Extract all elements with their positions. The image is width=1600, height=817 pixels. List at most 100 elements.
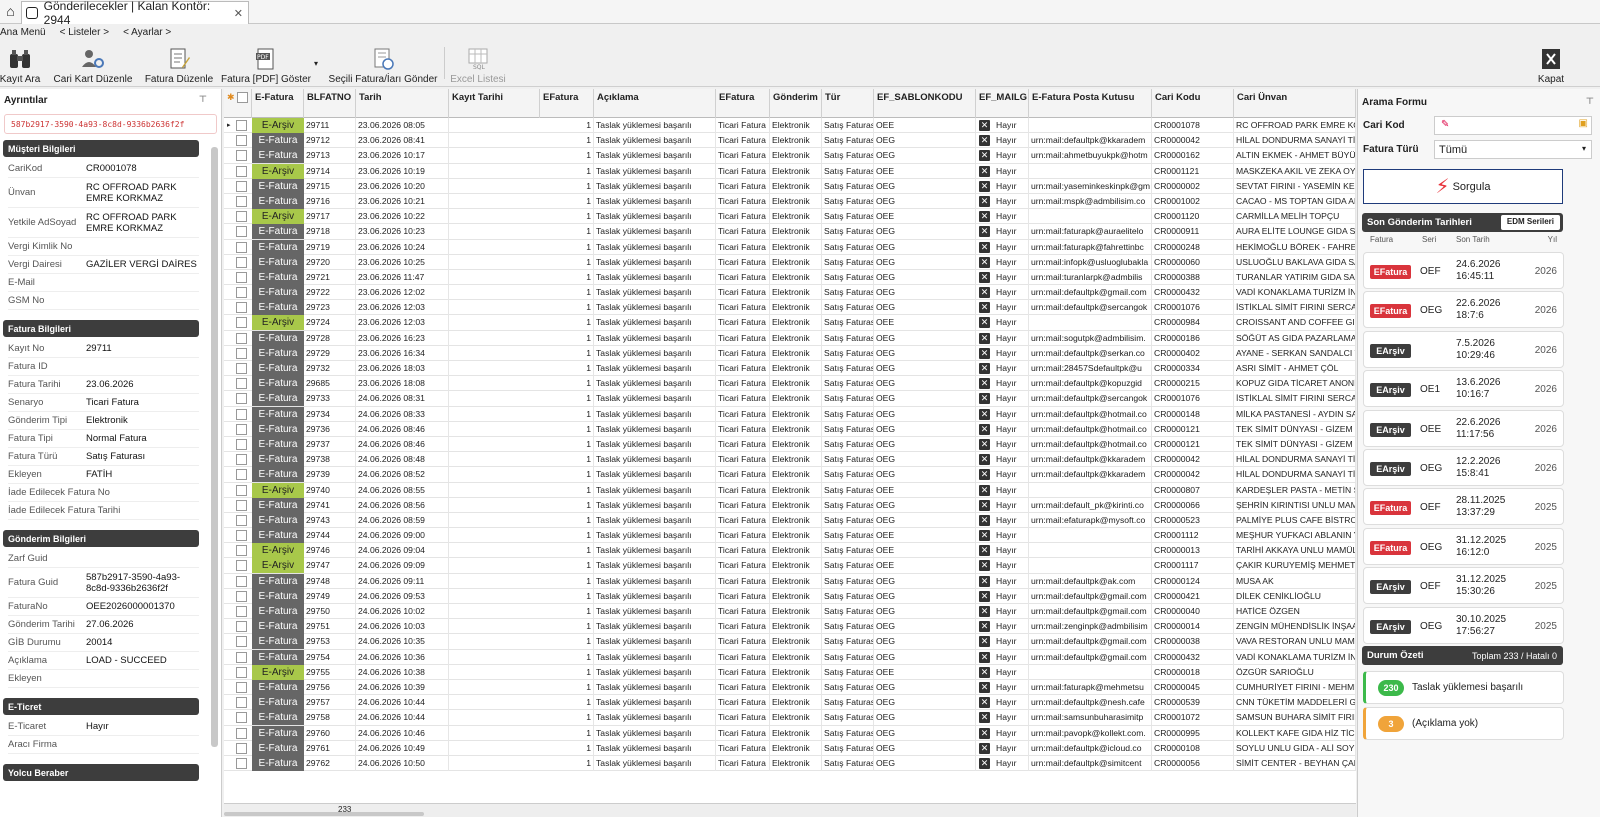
row-checkbox[interactable] bbox=[236, 697, 247, 709]
table-row[interactable]: E-Fatura 29751 24.06.2026 10:03 1 Taslak yük… bbox=[224, 619, 1356, 635]
column-header[interactable]: EF_SABLONKODU bbox=[874, 89, 976, 118]
row-checkbox[interactable] bbox=[236, 606, 247, 617]
secili-fatura-gonder-button[interactable]: Seçili Fatura/İarı Gönder bbox=[329, 43, 437, 85]
row-checkbox[interactable] bbox=[236, 438, 247, 450]
row-checkbox[interactable] bbox=[236, 636, 247, 648]
table-row[interactable]: E-Fatura 29719 23.06.2026 10:24 1 Taslak yük… bbox=[224, 239, 1356, 255]
row-checkbox[interactable] bbox=[236, 302, 247, 314]
row-checkbox[interactable] bbox=[236, 271, 247, 283]
table-row[interactable]: E-Fatura 29754 24.06.2026 10:36 1 Taslak yük… bbox=[224, 649, 1356, 665]
column-header[interactable]: BLFATNO bbox=[304, 89, 356, 118]
table-row[interactable]: E-Fatura 29713 23.06.2026 10:17 1 Taslak yük… bbox=[224, 148, 1356, 164]
row-checkbox[interactable] bbox=[236, 681, 247, 693]
home-icon[interactable]: ⌂ bbox=[2, 3, 19, 20]
table-row[interactable]: E-Fatura 29715 23.06.2026 10:20 1 Taslak yük… bbox=[224, 178, 1356, 194]
row-checkbox[interactable] bbox=[236, 454, 247, 466]
table-row[interactable]: E-Fatura 29733 24.06.2026 08:31 1 Taslak yük… bbox=[224, 391, 1356, 407]
row-checkbox[interactable] bbox=[236, 393, 247, 405]
table-row[interactable]: E-Fatura 29741 24.06.2026 08:56 1 Taslak yük… bbox=[224, 497, 1356, 513]
row-checkbox[interactable] bbox=[236, 575, 247, 587]
table-row[interactable]: E-Fatura 29749 24.06.2026 09:53 1 Taslak yük… bbox=[224, 588, 1356, 604]
row-checkbox[interactable] bbox=[236, 560, 247, 572]
row-checkbox[interactable] bbox=[236, 363, 247, 374]
table-row[interactable]: E-Fatura 29748 24.06.2026 09:11 1 Taslak yük… bbox=[224, 573, 1356, 589]
row-checkbox[interactable] bbox=[236, 484, 247, 496]
row-checkbox[interactable] bbox=[236, 469, 247, 481]
cari-kart-duzenle-button[interactable]: Cari Kart Düzenle bbox=[54, 43, 132, 85]
table-row[interactable]: E-Fatura 29756 24.06.2026 10:39 1 Taslak yük… bbox=[224, 679, 1356, 696]
table-row[interactable]: E-Fatura 29762 24.06.2026 10:50 1 Taslak yük… bbox=[224, 755, 1356, 772]
column-header[interactable]: E-Fatura Posta Kutusu bbox=[1029, 89, 1152, 118]
row-checkbox[interactable] bbox=[236, 545, 247, 557]
table-row[interactable]: E-Fatura 29721 23.06.2026 11:47 1 Taslak yük… bbox=[224, 269, 1356, 286]
row-checkbox[interactable] bbox=[236, 165, 247, 177]
table-row[interactable]: E-Fatura 29722 23.06.2026 12:02 1 Taslak yük… bbox=[224, 285, 1356, 301]
row-checkbox[interactable] bbox=[236, 423, 247, 435]
row-checkbox[interactable] bbox=[236, 408, 247, 420]
table-row[interactable]: E-Fatura 29723 23.06.2026 12:03 1 Taslak yük… bbox=[224, 300, 1356, 316]
column-header[interactable]: EFatura bbox=[540, 89, 594, 118]
row-checkbox[interactable] bbox=[236, 120, 247, 131]
sorgula-button[interactable]: ⚡ Sorgula bbox=[1363, 169, 1563, 204]
menu-ayarlar[interactable]: < Ayarlar > bbox=[123, 27, 171, 38]
column-header[interactable]: Gönderim bbox=[770, 89, 822, 118]
row-checkbox[interactable] bbox=[236, 651, 247, 663]
select-all-cell[interactable]: ✱ bbox=[224, 89, 252, 118]
column-header[interactable]: Kayıt Tarihi bbox=[449, 89, 540, 118]
dropdown-arrow-icon[interactable]: ▾ bbox=[314, 59, 318, 68]
row-checkbox[interactable] bbox=[236, 378, 247, 390]
column-header[interactable]: Tür bbox=[822, 89, 874, 118]
row-checkbox[interactable] bbox=[236, 530, 247, 542]
table-row[interactable]: E-Fatura 29738 24.06.2026 08:48 1 Taslak yük… bbox=[224, 452, 1356, 468]
fatura-turu-select[interactable]: Tümü ▾ bbox=[1434, 140, 1592, 159]
row-checkbox[interactable] bbox=[236, 241, 247, 253]
edm-serileri-button[interactable]: EDM Serileri bbox=[1500, 215, 1560, 230]
table-row[interactable]: E-Fatura 29761 24.06.2026 10:49 1 Taslak yük… bbox=[224, 740, 1356, 756]
row-checkbox[interactable] bbox=[236, 150, 247, 162]
eraser-icon[interactable]: ✎ bbox=[1441, 119, 1449, 130]
cari-kod-input[interactable]: ✎ ▣ bbox=[1434, 116, 1592, 135]
row-checkbox[interactable] bbox=[236, 757, 247, 769]
table-row[interactable]: E-Fatura 29685 23.06.2026 18:08 1 Taslak yük… bbox=[224, 376, 1356, 392]
row-checkbox[interactable] bbox=[236, 180, 247, 192]
column-header[interactable]: EFatura bbox=[716, 89, 770, 118]
row-checkbox[interactable] bbox=[236, 742, 247, 754]
table-row[interactable]: E-Arşiv 29747 24.06.2026 09:09 1 Taslak yükl… bbox=[224, 558, 1356, 574]
table-row[interactable]: E-Arşiv 29746 24.06.2026 09:04 1 Taslak yükl… bbox=[224, 543, 1356, 559]
kapat-button[interactable]: Kapat bbox=[1534, 43, 1568, 85]
tab-gonderilecekler[interactable]: Gönderilecekler | Kalan Kontör: 2944 ✕ bbox=[21, 0, 249, 27]
table-row[interactable]: E-Arşiv 29714 23.06.2026 10:19 1 Taslak yükl… bbox=[224, 163, 1356, 179]
row-checkbox[interactable] bbox=[236, 317, 247, 329]
row-checkbox[interactable] bbox=[236, 332, 247, 344]
row-checkbox[interactable] bbox=[236, 590, 247, 602]
pdf-goster-button[interactable]: PDF Fatura [PDF] Göster bbox=[221, 43, 311, 85]
summary-item[interactable]: 3 (Açıklama yok) bbox=[1363, 707, 1564, 740]
row-checkbox[interactable] bbox=[236, 666, 247, 678]
row-checkbox[interactable] bbox=[236, 621, 247, 633]
row-checkbox[interactable] bbox=[236, 347, 247, 359]
table-row[interactable]: E-Fatura 29718 23.06.2026 10:23 1 Taslak yük… bbox=[224, 224, 1356, 240]
fatura-duzenle-button[interactable]: Fatura Düzenle bbox=[144, 43, 214, 85]
column-header[interactable]: E-Fatura bbox=[252, 89, 304, 118]
table-row[interactable]: E-Fatura 29729 23.06.2026 16:34 1 Taslak yük… bbox=[224, 345, 1356, 361]
column-header[interactable]: Cari Kodu bbox=[1152, 89, 1234, 118]
table-row[interactable]: E-Fatura 29728 23.06.2026 16:23 1 Taslak yük… bbox=[224, 330, 1356, 346]
table-row[interactable]: E-Fatura 29716 23.06.2026 10:21 1 Taslak yük… bbox=[224, 193, 1356, 210]
table-row[interactable]: E-Fatura 29732 23.06.2026 18:03 1 Taslak yük… bbox=[224, 361, 1356, 377]
folder-icon[interactable]: ▣ bbox=[1579, 118, 1588, 129]
close-icon[interactable]: ✕ bbox=[234, 7, 243, 20]
row-checkbox[interactable] bbox=[236, 135, 247, 147]
column-header[interactable]: Cari Ünvan bbox=[1234, 89, 1356, 118]
row-checkbox[interactable] bbox=[236, 256, 247, 268]
table-row[interactable]: E-Fatura 29757 24.06.2026 10:44 1 Taslak yük… bbox=[224, 695, 1356, 711]
column-header[interactable]: Tarih bbox=[356, 89, 449, 118]
pin-icon[interactable]: ⊤ bbox=[1586, 96, 1594, 107]
row-checkbox[interactable] bbox=[236, 226, 247, 238]
table-row[interactable]: E-Fatura 29758 24.06.2026 10:44 1 Taslak yük… bbox=[224, 710, 1356, 726]
table-row[interactable]: E-Arşiv 29717 23.06.2026 10:22 1 Taslak yükl… bbox=[224, 209, 1356, 225]
table-row[interactable]: E-Fatura 29753 24.06.2026 10:35 1 Taslak yük… bbox=[224, 634, 1356, 650]
row-checkbox[interactable] bbox=[236, 287, 247, 299]
table-row[interactable]: E-Arşiv 29740 24.06.2026 08:55 1 Taslak yükl… bbox=[224, 482, 1356, 498]
row-checkbox[interactable] bbox=[236, 712, 247, 724]
table-row[interactable]: E-Fatura 29734 24.06.2026 08:33 1 Taslak yük… bbox=[224, 406, 1356, 422]
